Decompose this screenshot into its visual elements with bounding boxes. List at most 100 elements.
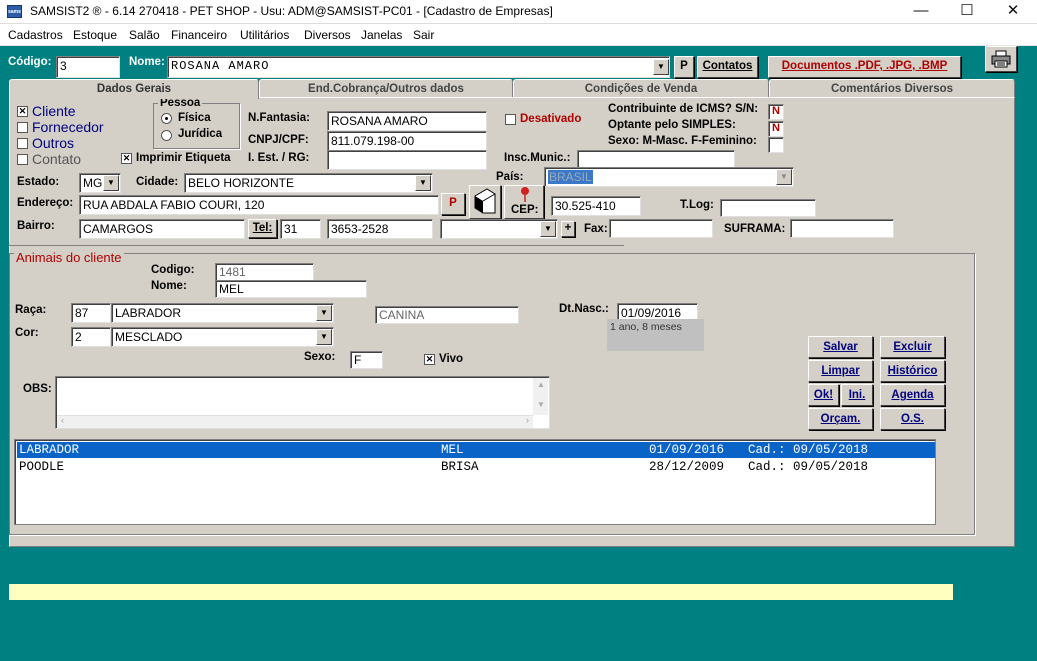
fantasia-input[interactable]: ROSANA AMARO <box>327 111 487 131</box>
cliente-checkbox[interactable]: ✕ <box>17 106 28 117</box>
animal-nome-input[interactable]: MEL <box>215 280 367 298</box>
animais-title: Animais do cliente <box>14 250 124 265</box>
tab-dados-gerais[interactable]: Dados Gerais <box>9 79 259 99</box>
tel-type-dropdown-button[interactable]: ▼ <box>540 221 556 237</box>
vivo-label: Vivo <box>439 353 464 365</box>
excluir-button[interactable]: Excluir <box>880 336 945 358</box>
menu-diversos[interactable]: Diversos <box>304 28 351 42</box>
estado-label: Estado: <box>17 176 60 188</box>
obs-vscrollbar[interactable]: ▲ ▼ <box>533 378 548 415</box>
salvar-button[interactable]: Salvar <box>808 336 873 358</box>
bairro-input[interactable]: CAMARGOS <box>79 219 245 239</box>
tlog-input[interactable] <box>720 199 816 217</box>
orcamento-button[interactable]: Orçam. <box>808 408 873 430</box>
suframa-input[interactable] <box>790 219 894 238</box>
animais-list[interactable]: LABRADOR MEL 01/09/2016 Cad.: 09/05/2018… <box>14 439 936 525</box>
documentos-button[interactable]: Documentos .PDF, .JPG, .BMP <box>768 56 961 78</box>
tab-condicoes-venda[interactable]: Condições de Venda <box>513 79 769 99</box>
list-item[interactable]: POODLE BRISA 28/12/2009 Cad.: 09/05/2018 <box>17 459 935 475</box>
historico-button[interactable]: Histórico <box>880 360 945 382</box>
menu-bar: Cadastros Estoque Salão Financeiro Utili… <box>0 24 1037 46</box>
codigo-label: Código: <box>8 56 52 68</box>
ini-button[interactable]: Ini. <box>841 384 873 406</box>
nome-dropdown-button[interactable]: ▼ <box>653 59 669 75</box>
pais-dropdown-button[interactable]: ▼ <box>776 169 792 185</box>
contato-checkbox[interactable] <box>17 154 28 165</box>
raca-select[interactable]: LABRADOR <box>111 303 334 323</box>
tel-input[interactable]: 3653-2528 <box>327 219 433 239</box>
limpar-button[interactable]: Limpar <box>808 360 873 382</box>
contato-label: Contato <box>32 151 82 167</box>
ddd-input[interactable]: 31 <box>280 219 321 239</box>
raca-code-input[interactable]: 87 <box>71 303 111 323</box>
add-phone-button[interactable]: + <box>561 221 575 237</box>
menu-sair[interactable]: Sair <box>413 28 434 42</box>
vivo-checkbox[interactable]: ✕ <box>424 354 435 365</box>
menu-janelas[interactable]: Janelas <box>361 28 402 42</box>
juridica-radio[interactable] <box>161 130 172 141</box>
status-bar <box>9 584 953 600</box>
ok-button[interactable]: Ok! <box>808 384 839 406</box>
maximize-button[interactable]: ☐ <box>944 0 990 24</box>
obs-label: OBS: <box>23 383 52 395</box>
cor-code-input[interactable]: 2 <box>71 327 111 347</box>
animal-sexo-label: Sexo: <box>304 351 336 363</box>
imprimir-etiqueta-checkbox[interactable]: ✕ <box>121 153 132 164</box>
endereco-input[interactable]: RUA ABDALA FABIO COURI, 120 <box>79 195 439 215</box>
outros-checkbox[interactable] <box>17 138 28 149</box>
ie-input[interactable] <box>327 150 487 170</box>
tel-button[interactable]: Tel: <box>248 219 277 238</box>
os-button[interactable]: O.S. <box>880 408 945 430</box>
raca-dropdown-button[interactable]: ▼ <box>316 305 332 321</box>
contatos-button[interactable]: Contatos <box>697 56 758 78</box>
menu-financeiro[interactable]: Financeiro <box>171 28 227 42</box>
cidade-select[interactable]: BELO HORIZONTE <box>184 173 433 193</box>
animal-sexo-input[interactable]: F <box>350 351 383 369</box>
list-item-cad: Cad.: 09/05/2018 <box>748 443 869 457</box>
menu-cadastros[interactable]: Cadastros <box>8 28 63 42</box>
nome-p-button[interactable]: P <box>674 56 694 78</box>
fisica-radio[interactable] <box>161 113 172 124</box>
animal-codigo-input[interactable]: 1481 <box>215 263 314 281</box>
fornecedor-checkbox[interactable] <box>17 122 28 133</box>
list-item-nome: BRISA <box>441 460 479 474</box>
agenda-button[interactable]: Agenda <box>880 384 945 406</box>
agenda-book-button[interactable] <box>469 185 501 219</box>
menu-estoque[interactable]: Estoque <box>73 28 117 42</box>
icms-input[interactable]: N <box>768 104 784 120</box>
imprimir-etiqueta-label: Imprimir Etiqueta <box>136 152 231 164</box>
cor-dropdown-button[interactable]: ▼ <box>316 329 332 345</box>
tab-end-cobranca[interactable]: End.Cobrança/Outros dados <box>259 79 513 99</box>
chevron-down-icon: ▼ <box>320 332 328 341</box>
codigo-input[interactable]: 3 <box>56 56 120 78</box>
sexo-cliente-input[interactable] <box>768 137 784 153</box>
cnpj-label: CNPJ/CPF: <box>248 134 309 146</box>
pais-select[interactable]: BRASIL <box>544 167 794 187</box>
endereco-p-button[interactable]: P <box>441 193 465 215</box>
pais-value: BRASIL <box>548 170 593 184</box>
desativado-checkbox[interactable] <box>505 114 516 125</box>
list-item[interactable]: LABRADOR MEL 01/09/2016 Cad.: 09/05/2018 <box>17 442 935 458</box>
menu-salao[interactable]: Salão <box>129 28 160 42</box>
chevron-down-icon: ▼ <box>544 224 552 233</box>
cep-input[interactable]: 30.525-410 <box>551 196 641 216</box>
print-button[interactable] <box>985 46 1017 72</box>
tab-comentarios[interactable]: Comentários Diversos <box>769 79 1015 99</box>
estado-dropdown-button[interactable]: ▼ <box>103 175 119 191</box>
sexo-cliente-label: Sexo: M-Masc. F-Feminino: <box>608 135 757 147</box>
cor-select[interactable]: MESCLADO <box>111 327 334 347</box>
fax-input[interactable] <box>609 219 713 238</box>
simples-input[interactable]: N <box>768 121 784 137</box>
cep-search-button[interactable]: CEP: <box>504 185 544 219</box>
cnpj-input[interactable]: 811.079.198-00 <box>327 131 487 151</box>
close-button[interactable]: ✕ <box>990 0 1036 24</box>
chevron-left-icon: ‹ <box>61 415 64 425</box>
list-item-nome: MEL <box>441 443 464 457</box>
nome-input[interactable]: ROSANA AMARO <box>167 56 670 78</box>
cidade-label: Cidade: <box>136 176 179 188</box>
obs-hscrollbar[interactable]: ‹ › <box>57 415 533 428</box>
cidade-dropdown-button[interactable]: ▼ <box>415 175 431 191</box>
minimize-button[interactable]: — <box>898 0 944 24</box>
outros-label: Outros <box>32 135 75 151</box>
menu-utilitarios[interactable]: Utilitários <box>240 28 289 42</box>
